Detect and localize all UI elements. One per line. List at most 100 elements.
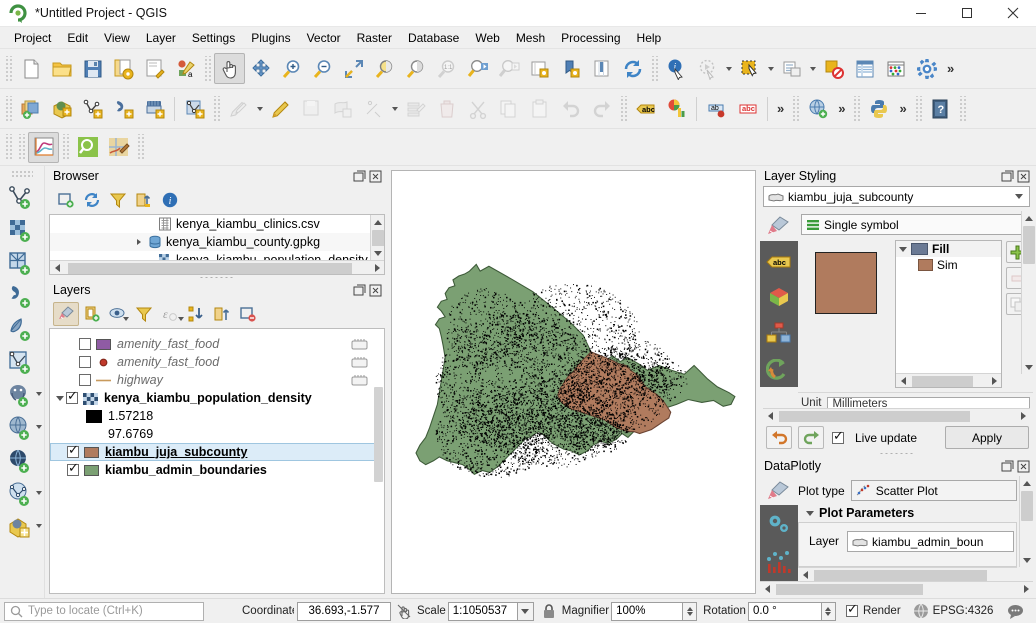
edit-layer-icon[interactable] [350, 355, 368, 369]
layer-item-kenya-kiambu-population-density[interactable]: kenya_kiambu_population_density [50, 389, 384, 407]
close-panel-icon[interactable] [1017, 170, 1030, 183]
layer-visibility-checkbox[interactable] [79, 374, 91, 386]
styling-horizontal-scrollbar[interactable] [763, 408, 1030, 422]
menu-processing[interactable]: Processing [553, 29, 628, 47]
coordinate-field[interactable]: 36.693,-1.577 [297, 601, 391, 621]
rail-add-wms-layer-icon[interactable] [0, 412, 44, 445]
copy-features-button[interactable] [493, 93, 524, 124]
toolbar-grip-5[interactable] [212, 95, 221, 122]
layer-item-amenity-fast-food-polygon[interactable]: amenity_fast_food [50, 335, 384, 353]
rail-add-delimited-text-layer-icon[interactable] [0, 280, 44, 313]
run-feature-action-button[interactable] [692, 53, 723, 84]
filter-legend-icon[interactable] [131, 302, 157, 326]
chevron-down-icon[interactable] [1011, 194, 1027, 199]
zoom-last-button[interactable] [462, 53, 493, 84]
help-button[interactable]: ? [925, 93, 956, 124]
toolbar-grip-10[interactable] [957, 95, 967, 122]
identify-features-button[interactable]: i [661, 53, 692, 84]
unit-combo[interactable]: Millimeters [827, 397, 1030, 408]
toggle-editing-button[interactable] [265, 93, 296, 124]
dataplotly-button[interactable] [28, 131, 59, 163]
rail-grip[interactable] [11, 170, 33, 178]
scroll-up-arrow[interactable] [1022, 211, 1036, 225]
diagram-button[interactable] [661, 93, 692, 124]
crs-label[interactable]: EPSG:4326 [933, 605, 994, 617]
layer-visibility-checkbox[interactable] [67, 461, 79, 476]
zoom-full-button[interactable] [338, 53, 369, 84]
toolbar-overflow-2[interactable]: » [772, 101, 789, 116]
paste-features-button[interactable] [524, 93, 555, 124]
refresh-button[interactable] [617, 53, 648, 84]
new-project-button[interactable] [15, 53, 46, 84]
scroll-right-arrow[interactable] [370, 261, 384, 275]
menu-raster[interactable]: Raster [349, 29, 400, 47]
edit-layer-icon[interactable] [350, 373, 368, 387]
scroll-up-arrow[interactable] [371, 215, 384, 229]
menu-project[interactable]: Project [6, 29, 59, 47]
rail-add-web-mesh-layer-icon[interactable] [0, 478, 44, 511]
layer-visibility-checkbox[interactable] [66, 389, 78, 404]
filter-legend-expression-icon[interactable]: ε [157, 302, 184, 326]
save-layer-edits-button[interactable] [296, 93, 327, 124]
magnifier-field[interactable]: 100% [611, 601, 684, 621]
select-features-dropdown[interactable] [765, 53, 776, 84]
symbol-tree-hscroll[interactable] [896, 373, 1001, 387]
magnifier-stepper[interactable] [683, 601, 698, 621]
rail-wms-dropdown-arrow[interactable] [36, 425, 42, 429]
add-mesh-layer-button[interactable] [77, 93, 108, 124]
browser-item-clinics-csv[interactable]: kenya_kiambu_clinics.csv [50, 215, 384, 233]
zoom-to-selection-button[interactable] [369, 53, 400, 84]
rail-new-virtual-layer-icon[interactable] [0, 511, 44, 544]
toolbar-overflow-3[interactable]: » [833, 101, 850, 116]
close-panel-icon[interactable] [369, 170, 382, 183]
rotate-label-button[interactable]: abc [732, 93, 763, 124]
current-edits-button[interactable] [223, 93, 254, 124]
symbology-brush-icon[interactable] [760, 211, 798, 241]
select-features-button[interactable] [734, 53, 765, 84]
add-vector-layer-button[interactable] [15, 93, 46, 124]
menu-database[interactable]: Database [400, 29, 467, 47]
layer-item-kiambu-juja-subcounty[interactable]: kiambu_juja_subcounty [50, 443, 376, 461]
render-checkbox[interactable] [845, 602, 858, 617]
scroll-right-arrow[interactable] [1016, 409, 1030, 423]
styling-vertical-scrollbar[interactable] [1021, 211, 1036, 374]
refresh-layer-button[interactable] [524, 53, 555, 84]
styling-layer-combo[interactable]: kiambu_juja_subcounty [763, 186, 1030, 207]
save-project-as-button[interactable] [108, 53, 139, 84]
menu-settings[interactable]: Settings [184, 29, 243, 47]
new-virtual-layer-button[interactable] [179, 93, 210, 124]
layers-vertical-sc rollbar[interactable] [374, 329, 384, 593]
pan-to-selection-button[interactable] [245, 53, 276, 84]
metasearch-button[interactable] [802, 93, 833, 124]
add-delimited-text-button[interactable] [108, 93, 139, 124]
toggle-extents-icon[interactable] [396, 603, 412, 619]
menu-web[interactable]: Web [467, 29, 507, 47]
scroll-left-arrow[interactable] [760, 582, 774, 596]
diagrams-icon[interactable] [761, 317, 797, 351]
scroll-down-arrow[interactable] [371, 246, 384, 260]
rail-add-mesh-layer-icon[interactable] [0, 247, 44, 280]
add-polygon-feature-button[interactable] [327, 93, 358, 124]
dataplotly-brush-icon[interactable] [760, 476, 798, 505]
globe-icon[interactable] [913, 603, 929, 619]
zoom-out-button[interactable] [307, 53, 338, 84]
qgis-map-button[interactable] [103, 132, 134, 163]
plot-params-hscroll[interactable] [798, 567, 1017, 581]
new-map-view-button[interactable] [555, 53, 586, 84]
close-panel-icon[interactable] [369, 284, 382, 297]
rail-virtual-layer-dropdown-arrow[interactable] [36, 524, 42, 528]
dataplotly-horizontal-scrollbar[interactable] [760, 581, 1033, 595]
menu-plugins[interactable]: Plugins [243, 29, 298, 47]
layer-visibility-checkbox[interactable] [79, 356, 91, 368]
add-raster-layer-button[interactable] [46, 93, 77, 124]
layer-visibility-checkbox[interactable] [79, 338, 91, 350]
rotation-stepper[interactable] [821, 601, 836, 621]
redo-style-button[interactable] [798, 426, 824, 449]
scale-dropdown[interactable] [517, 601, 534, 621]
scroll-left-arrow[interactable] [798, 568, 812, 582]
deselect-features-button[interactable] [776, 53, 807, 84]
add-wms-layer-button[interactable] [139, 93, 170, 124]
plot-parameters-header[interactable]: Plot Parameters [798, 501, 1033, 522]
scroll-up-arrow[interactable] [1020, 476, 1034, 490]
toolbar-grip-4[interactable] [4, 95, 13, 122]
